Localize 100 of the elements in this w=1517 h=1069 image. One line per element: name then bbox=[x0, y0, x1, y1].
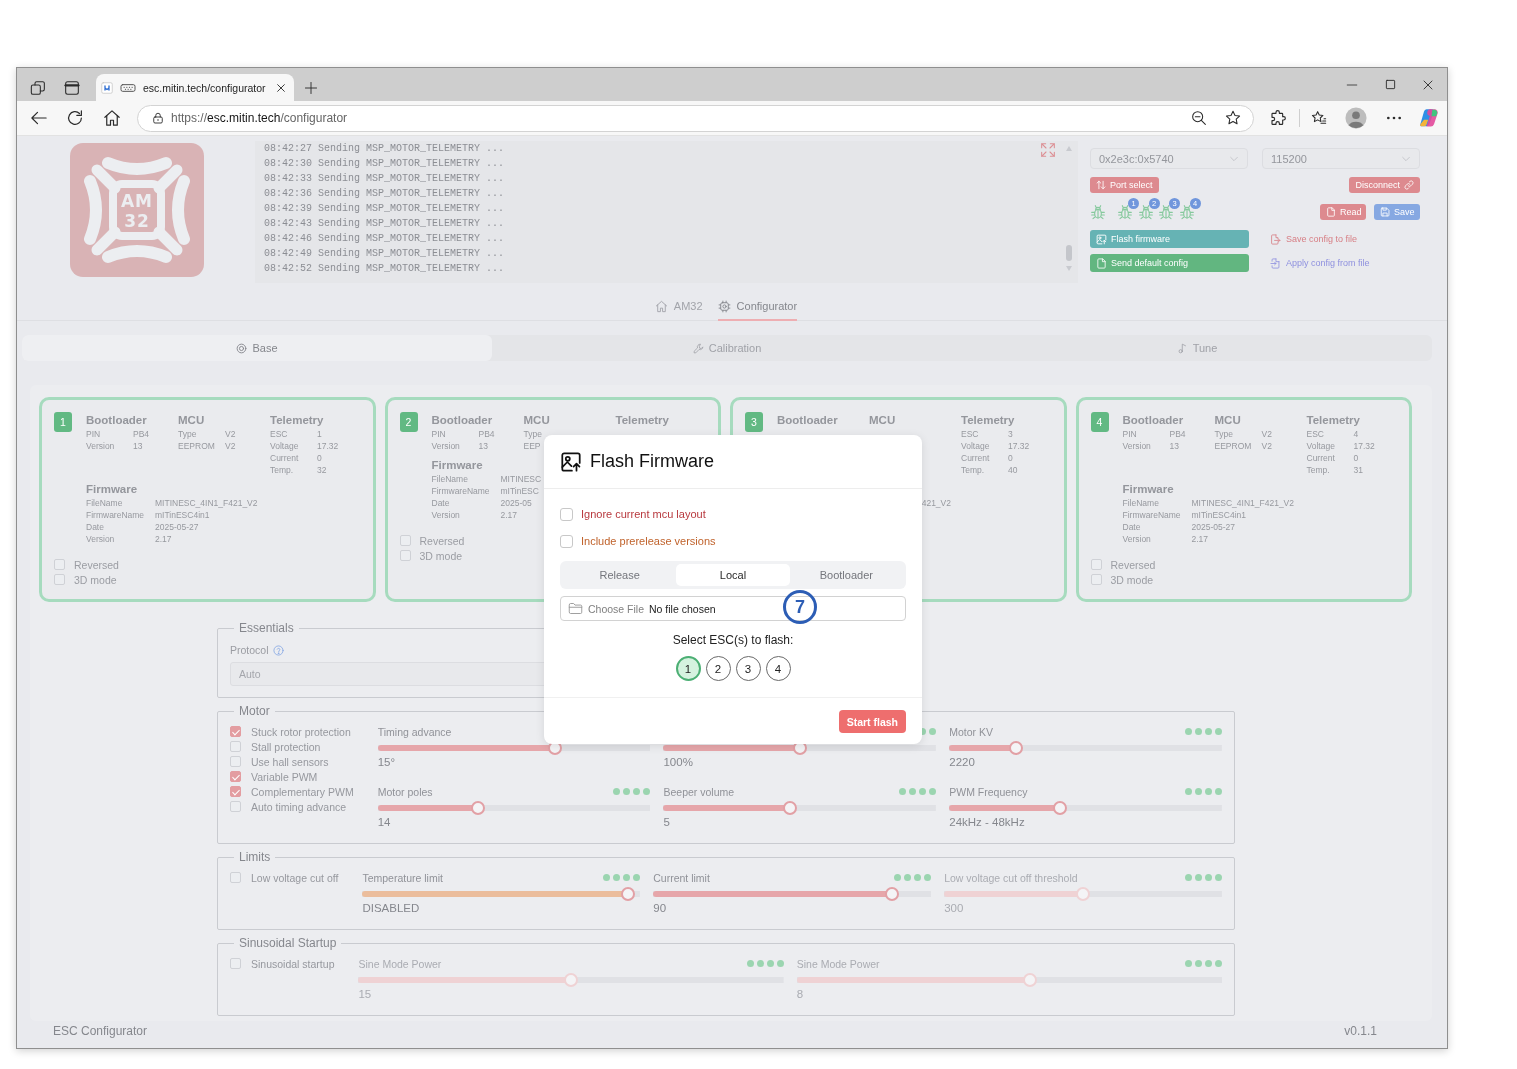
slider-thumb[interactable] bbox=[620, 887, 635, 901]
save-button[interactable]: Save bbox=[1374, 204, 1420, 220]
home-icon bbox=[654, 299, 668, 313]
maximize-icon[interactable] bbox=[1384, 79, 1396, 90]
flash-firmware-button[interactable]: Flash firmware bbox=[1090, 230, 1249, 248]
choose-file-button[interactable]: Choose File bbox=[588, 602, 645, 615]
dialog-title: Flash Firmware bbox=[590, 451, 714, 472]
log-line: 08:42:46 Sending MSP_MOTOR_TELEMETRY ... bbox=[264, 232, 505, 246]
esc-number: 3 bbox=[745, 412, 763, 432]
send-default-config-button[interactable]: Send default config bbox=[1090, 254, 1249, 272]
field-label: EEP bbox=[523, 440, 541, 452]
disconnect-button[interactable]: Disconnect bbox=[1349, 177, 1420, 193]
checkbox[interactable] bbox=[230, 872, 241, 883]
log-line: 08:42:39 Sending MSP_MOTOR_TELEMETRY ... bbox=[264, 202, 505, 216]
field-label: ESC bbox=[1306, 428, 1324, 440]
checkbox[interactable] bbox=[54, 559, 65, 570]
favorites-icon[interactable] bbox=[1311, 110, 1327, 126]
log-line: 08:42:33 Sending MSP_MOTOR_TELEMETRY ... bbox=[264, 172, 505, 186]
puzzle-icon[interactable] bbox=[1270, 110, 1286, 126]
avatar-icon[interactable] bbox=[1345, 107, 1367, 129]
plus-icon[interactable] bbox=[304, 80, 318, 95]
reload-icon[interactable] bbox=[66, 109, 84, 127]
save-config-link[interactable]: Save config to file bbox=[1270, 233, 1358, 245]
checkbox[interactable] bbox=[1090, 559, 1102, 570]
favicon-icon bbox=[101, 81, 113, 94]
back-icon[interactable] bbox=[30, 109, 48, 127]
nav-tab[interactable]: AM32 bbox=[654, 293, 703, 321]
section-tab[interactable]: Calibration bbox=[492, 335, 962, 361]
address-bar[interactable]: https://esc.mitin.tech/configurator bbox=[137, 104, 1254, 132]
field-value: 17.32 bbox=[1008, 440, 1030, 452]
ribbon-logo-icon[interactable] bbox=[1419, 108, 1439, 128]
field-label: ESC bbox=[961, 428, 979, 440]
field-label: Temp. bbox=[270, 464, 294, 476]
source-tab[interactable]: Release bbox=[563, 564, 677, 586]
bug-icon bbox=[1117, 204, 1133, 220]
section-tab[interactable]: Base bbox=[22, 335, 492, 361]
slider-thumb[interactable] bbox=[885, 887, 900, 901]
prompt-text: Select ESC(s) to flash: bbox=[671, 633, 795, 647]
checkbox[interactable] bbox=[230, 726, 241, 737]
slider-thumb[interactable] bbox=[782, 801, 797, 815]
url-text: https://esc.mitin.tech/configurator bbox=[171, 111, 348, 125]
read-button[interactable]: Read bbox=[1320, 204, 1366, 220]
checkbox-label: Stall protection bbox=[251, 740, 321, 753]
checkbox[interactable] bbox=[560, 507, 573, 521]
close-icon[interactable] bbox=[1422, 78, 1434, 91]
tab-actions-icon[interactable] bbox=[64, 79, 80, 96]
expand-icon[interactable] bbox=[1040, 142, 1056, 158]
esc-toggle[interactable]: 2 bbox=[705, 656, 731, 681]
checkbox[interactable] bbox=[230, 771, 241, 782]
checkbox[interactable] bbox=[560, 534, 573, 548]
apply-config-link[interactable]: Apply config from file bbox=[1270, 257, 1370, 269]
field-value: 0 bbox=[1353, 452, 1359, 464]
zoom-out-icon[interactable] bbox=[1191, 110, 1207, 126]
nav-tab[interactable]: Configurator bbox=[717, 293, 798, 321]
field-value: 2025-05-27 bbox=[1191, 521, 1235, 533]
port-dropdown[interactable]: 0x2e3c:0x5740 bbox=[1090, 148, 1248, 169]
field-value: 2.17 bbox=[155, 533, 172, 545]
checkbox[interactable] bbox=[230, 801, 241, 812]
bug-icon bbox=[1090, 204, 1106, 220]
slider-label: Temperature limit bbox=[362, 871, 443, 884]
checkbox-label: 3D mode bbox=[1110, 573, 1154, 586]
slider-label: Sine Mode Power bbox=[796, 957, 880, 970]
section-heading: Firmware bbox=[431, 458, 483, 473]
port-select-button[interactable]: Port select bbox=[1090, 177, 1159, 193]
help-icon[interactable] bbox=[272, 644, 284, 656]
checkbox[interactable] bbox=[399, 535, 411, 546]
slider-thumb[interactable] bbox=[470, 801, 485, 815]
checkbox[interactable] bbox=[54, 574, 65, 585]
star-icon[interactable] bbox=[1225, 110, 1241, 126]
checkbox[interactable] bbox=[230, 741, 241, 752]
baud-rate-dropdown[interactable]: 115200 bbox=[1262, 148, 1420, 169]
esc-toggle[interactable]: 1 bbox=[675, 656, 701, 681]
slider-label: Low voltage cut off threshold bbox=[944, 871, 1078, 884]
browser-tab[interactable]: esc.mitin.tech/configurator bbox=[96, 74, 294, 101]
workspaces-icon[interactable] bbox=[30, 79, 46, 96]
field-label: Version bbox=[86, 533, 115, 545]
checkbox[interactable] bbox=[230, 958, 241, 969]
checkbox[interactable] bbox=[230, 786, 241, 797]
field-value: V2 bbox=[1261, 428, 1272, 440]
source-tab[interactable]: Bootloader bbox=[789, 564, 903, 586]
field-value: 2.17 bbox=[500, 509, 518, 521]
esc-toggle[interactable]: 4 bbox=[765, 656, 791, 681]
image-upload-icon bbox=[1096, 233, 1107, 245]
start-flash-button[interactable]: Start flash bbox=[838, 710, 906, 733]
checkbox[interactable] bbox=[399, 550, 411, 561]
close-icon[interactable] bbox=[276, 82, 286, 93]
checkbox[interactable] bbox=[230, 756, 241, 767]
slider-thumb[interactable] bbox=[1008, 741, 1023, 755]
group-title: Essentials bbox=[238, 622, 295, 635]
home-icon[interactable] bbox=[103, 109, 121, 127]
slider-thumb[interactable] bbox=[1052, 801, 1067, 815]
checkbox-label: Variable PWM bbox=[251, 770, 318, 783]
chip-icon bbox=[717, 299, 731, 313]
checkbox[interactable] bbox=[1090, 574, 1102, 585]
esc-toggle[interactable]: 3 bbox=[735, 656, 761, 681]
source-tab[interactable]: Local bbox=[676, 564, 790, 586]
section-heading: Firmware bbox=[1122, 482, 1174, 497]
checkbox-label: Use hall sensors bbox=[251, 755, 329, 768]
field-value: 2.17 bbox=[1191, 533, 1209, 545]
section-tab[interactable]: Tune bbox=[962, 335, 1432, 361]
